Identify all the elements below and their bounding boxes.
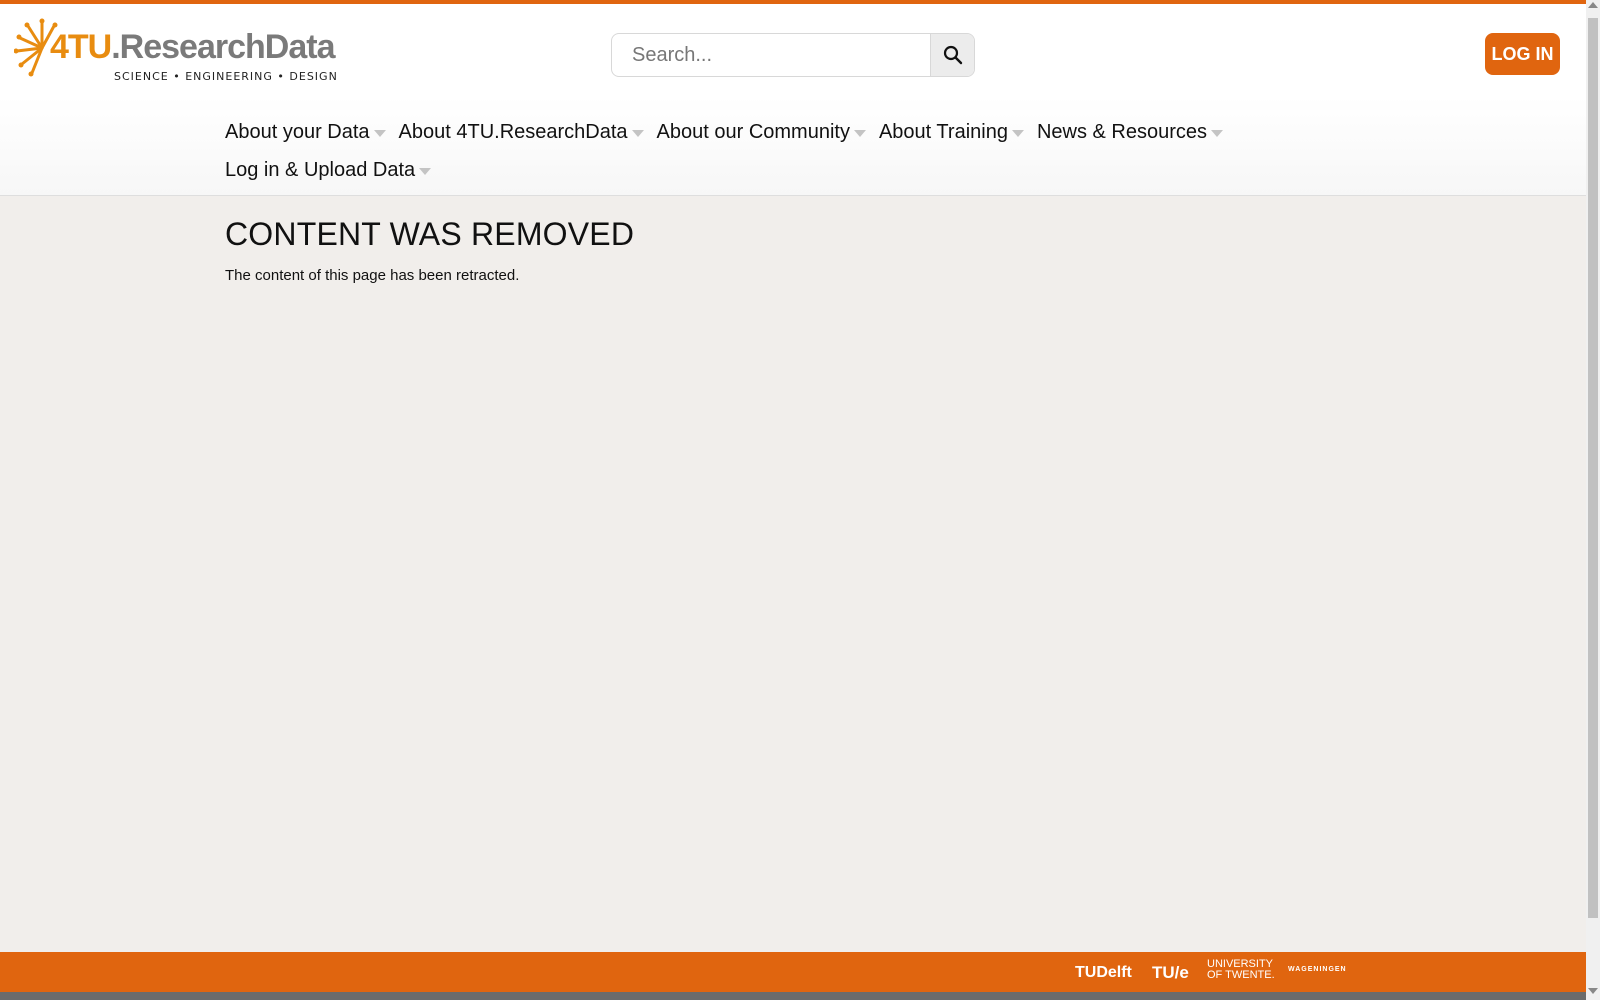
nav-item-label: Log in & Upload Data bbox=[225, 158, 416, 181]
caret-down-icon bbox=[631, 129, 644, 137]
site-logo[interactable]: 4TU.ResearchData SCIENCE • ENGINEERING •… bbox=[14, 18, 337, 84]
wageningen-logo[interactable]: WAGENINGEN bbox=[1288, 966, 1347, 973]
nav-item-label: News & Resources bbox=[1036, 120, 1208, 143]
nav-item-about-4tu-researchdata[interactable]: About 4TU.ResearchData bbox=[399, 121, 644, 144]
search-icon bbox=[943, 45, 962, 65]
nav-item-label: About our Community bbox=[656, 120, 850, 143]
caret-down-icon bbox=[419, 167, 432, 175]
search-box bbox=[611, 33, 975, 77]
footer-bottom-bar bbox=[0, 992, 1586, 1000]
utwente-logo[interactable]: UNIVERSITY OF TWENTE. bbox=[1207, 959, 1275, 981]
search-button[interactable] bbox=[930, 34, 974, 76]
nav-item-label: About Training bbox=[878, 120, 1008, 143]
nav-item-about-our-community[interactable]: About our Community bbox=[657, 121, 866, 144]
nav-item-login-upload-data[interactable]: Log in & Upload Data bbox=[225, 158, 432, 182]
nav-item-about-your-data[interactable]: About your Data bbox=[225, 121, 386, 144]
logo-wordmark: 4TU.ResearchData bbox=[50, 28, 335, 67]
main-nav: About your Data About 4TU.ResearchData A… bbox=[0, 96, 1586, 196]
caret-down-icon bbox=[373, 129, 386, 137]
nav-item-about-training[interactable]: About Training bbox=[879, 121, 1024, 144]
nav-item-news-resources[interactable]: News & Resources bbox=[1036, 120, 1224, 144]
login-button[interactable]: LOG IN bbox=[1485, 33, 1560, 75]
scrollbar-thumb[interactable] bbox=[1588, 18, 1598, 918]
vertical-scrollbar[interactable] bbox=[1586, 0, 1600, 1000]
page-message: The content of this page has been retrac… bbox=[225, 267, 520, 284]
main-content: CONTENT WAS REMOVED The content of this … bbox=[225, 216, 634, 284]
nav-item-label: About your Data bbox=[225, 120, 370, 143]
nav-item-label: About 4TU.ResearchData bbox=[398, 120, 628, 143]
utwente-logo-line2: OF TWENTE. bbox=[1207, 969, 1275, 981]
nav-row: About your Data About 4TU.ResearchData A… bbox=[225, 113, 1236, 151]
caret-down-icon bbox=[853, 129, 866, 137]
logo-researchdata-text: .ResearchData bbox=[111, 28, 335, 66]
page-title: CONTENT WAS REMOVED bbox=[225, 216, 635, 252]
logo-4tu-text: 4TU bbox=[50, 28, 112, 66]
caret-down-icon bbox=[1011, 129, 1024, 137]
logo-tagline: SCIENCE • ENGINEERING • DESIGN bbox=[114, 70, 338, 83]
site-footer: TUDelft TU/e UNIVERSITY OF TWENTE. WAGEN… bbox=[0, 952, 1586, 992]
scroll-down-arrow-icon[interactable] bbox=[1588, 988, 1598, 994]
tudelft-logo[interactable]: TUDelft bbox=[1075, 964, 1132, 982]
site-header: 4TU.ResearchData SCIENCE • ENGINEERING •… bbox=[0, 4, 1586, 96]
nav-row: Log in & Upload Data bbox=[225, 151, 444, 189]
scroll-up-arrow-icon[interactable] bbox=[1588, 2, 1598, 8]
caret-down-icon bbox=[1211, 129, 1224, 137]
search-input[interactable] bbox=[612, 34, 930, 76]
tue-logo[interactable]: TU/e bbox=[1152, 963, 1189, 983]
